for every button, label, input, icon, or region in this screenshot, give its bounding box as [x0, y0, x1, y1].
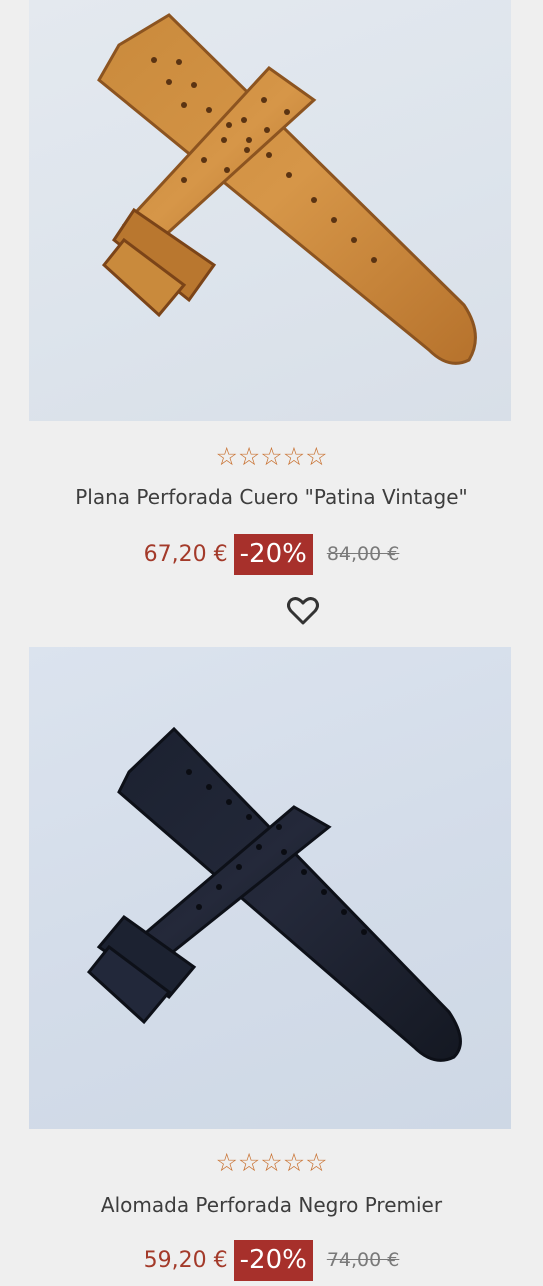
- price-row: 59,20 € -20% 74,00 €: [0, 1234, 543, 1286]
- product-title[interactable]: Alomada Perforada Negro Premier: [0, 1193, 543, 1217]
- old-price: 84,00 €: [326, 543, 400, 565]
- current-price: 67,20 €: [143, 541, 228, 567]
- product-image[interactable]: [29, 0, 511, 421]
- current-price: 59,20 €: [143, 1247, 228, 1273]
- wishlist-button[interactable]: [286, 596, 320, 626]
- old-price: 74,00 €: [326, 1249, 400, 1271]
- rating-stars: ☆☆☆☆☆: [215, 442, 328, 471]
- rating-stars: ☆☆☆☆☆: [215, 1148, 328, 1177]
- tan-strap-illustration: [97, 13, 477, 365]
- discount-badge: -20%: [233, 533, 313, 575]
- discount-badge: -20%: [233, 1239, 313, 1281]
- product-title[interactable]: Plana Perforada Cuero "Patina Vintage": [0, 485, 543, 509]
- product-image[interactable]: [29, 647, 511, 1129]
- price-row: 67,20 € -20% 84,00 €: [0, 528, 543, 580]
- black-strap-illustration: [86, 726, 462, 1062]
- heart-icon: [287, 597, 319, 625]
